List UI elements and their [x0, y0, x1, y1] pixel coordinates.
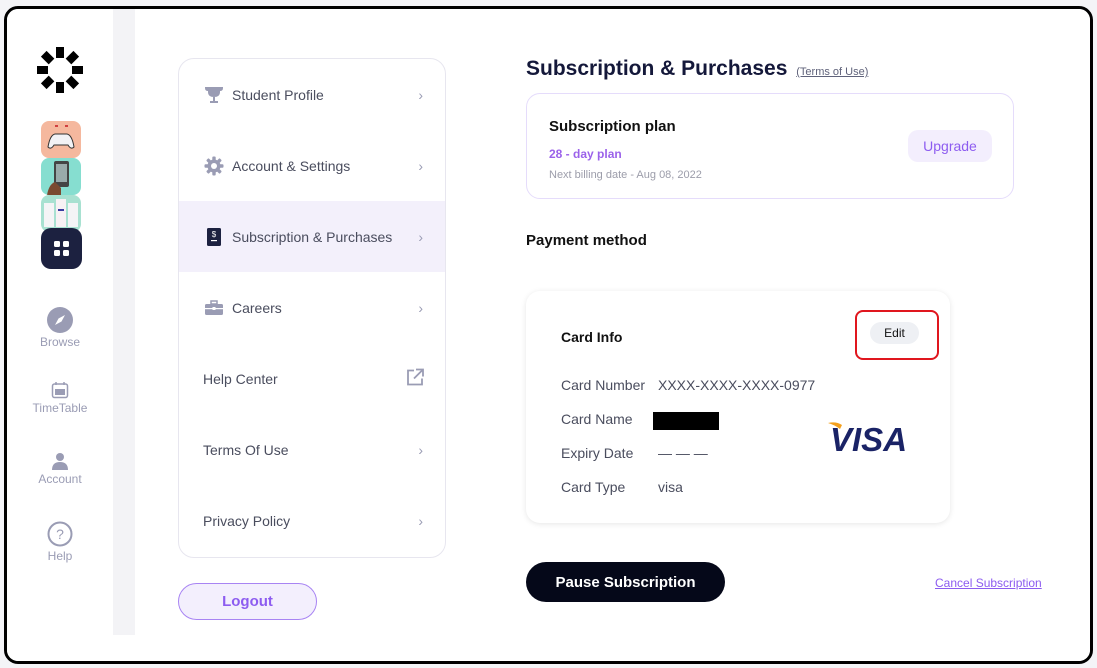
expiry-date-label: Expiry Date [561, 445, 634, 461]
svg-text:VISA: VISA [830, 421, 907, 455]
menu-item-terms-of-use[interactable]: Terms Of Use › [179, 414, 445, 485]
menu-item-label: Terms Of Use [203, 441, 289, 458]
chevron-right-icon: › [418, 228, 423, 245]
nav-timetable-label: TimeTable [32, 401, 88, 415]
gear-icon [203, 156, 225, 176]
chevron-right-icon: › [418, 299, 423, 316]
brand-logo[interactable] [35, 45, 85, 95]
expiry-date-value: — — — [658, 445, 708, 461]
user-icon [52, 453, 68, 470]
compass-icon [47, 307, 73, 333]
briefcase-icon [203, 298, 225, 318]
menu-item-label: Subscription & Purchases [232, 228, 393, 245]
page-title: Subscription & Purchases (Terms of Use) [526, 57, 868, 81]
nav-help-label: Help [47, 549, 73, 563]
calendar-icon [51, 382, 69, 399]
screens-app-thumbnail[interactable] [41, 195, 81, 232]
menu-item-careers[interactable]: Careers › [179, 272, 445, 343]
trophy-icon [203, 85, 225, 105]
svg-text:?: ? [56, 526, 64, 542]
visa-logo: VISA [828, 421, 907, 455]
terms-of-use-link[interactable]: (Terms of Use) [796, 66, 868, 78]
chevron-right-icon: › [418, 441, 423, 458]
nav-timetable[interactable]: TimeTable [7, 381, 113, 415]
menu-item-help-center[interactable]: Help Center [179, 343, 445, 414]
subscription-plan-card: Subscription plan 28 - day plan Next bil… [526, 93, 1014, 199]
gamepad-app-thumbnail[interactable] [41, 121, 81, 158]
upgrade-button[interactable]: Upgrade [908, 130, 992, 162]
help-icon: ? [47, 521, 73, 547]
next-billing-date: Next billing date - Aug 08, 2022 [549, 169, 702, 181]
card-number-value: XXXX-XXXX-XXXX-0977 [658, 377, 816, 393]
nav-account[interactable]: Account [7, 452, 113, 486]
card-info-card: Card Info Edit Card Number XXXX-XXXX-XXX… [526, 291, 950, 523]
card-type-value: visa [658, 479, 683, 495]
edit-card-button[interactable]: Edit [870, 322, 919, 344]
card-number-label: Card Number [561, 377, 646, 393]
page-title-text: Subscription & Purchases [526, 57, 788, 80]
sidebar: Browse TimeTable Account ? Help [7, 9, 113, 661]
panel-divider [113, 9, 135, 635]
chevron-right-icon: › [418, 512, 423, 529]
logout-button[interactable]: Logout [178, 583, 317, 620]
payment-method-heading: Payment method [526, 232, 647, 249]
external-link-icon [405, 367, 425, 390]
pause-subscription-button[interactable]: Pause Subscription [526, 562, 725, 602]
chevron-right-icon: › [418, 157, 423, 174]
card-info-title: Card Info [561, 329, 623, 345]
nav-help[interactable]: ? Help [7, 521, 113, 563]
phone-app-thumbnail[interactable] [41, 158, 81, 195]
menu-item-label: Student Profile [232, 86, 324, 103]
menu-item-label: Account & Settings [232, 157, 351, 174]
card-type-label: Card Type [561, 479, 626, 495]
cancel-subscription-link[interactable]: Cancel Subscription [935, 576, 1042, 590]
menu-item-student-profile[interactable]: Student Profile › [179, 59, 445, 130]
settings-menu: Student Profile › Account & Settings › $… [178, 58, 446, 558]
menu-item-account-settings[interactable]: Account & Settings › [179, 130, 445, 201]
chevron-right-icon: › [418, 86, 423, 103]
nav-browse-label: Browse [39, 335, 80, 349]
receipt-icon: $ [203, 227, 225, 247]
menu-item-privacy-policy[interactable]: Privacy Policy › [179, 485, 445, 556]
menu-item-label: Help Center [203, 370, 278, 387]
svg-text:$: $ [212, 230, 217, 239]
grid-icon [54, 241, 60, 247]
nav-account-label: Account [38, 472, 82, 486]
menu-item-label: Careers [232, 299, 282, 316]
plan-name: 28 - day plan [549, 147, 622, 161]
card-name-redacted [653, 412, 719, 430]
all-apps-button[interactable] [41, 228, 82, 269]
card-name-label: Card Name [561, 411, 633, 427]
menu-item-label: Privacy Policy [203, 512, 291, 529]
nav-browse[interactable]: Browse [7, 307, 113, 349]
plan-card-title: Subscription plan [549, 118, 676, 135]
menu-item-subscription-purchases[interactable]: $ Subscription & Purchases › [179, 201, 445, 272]
